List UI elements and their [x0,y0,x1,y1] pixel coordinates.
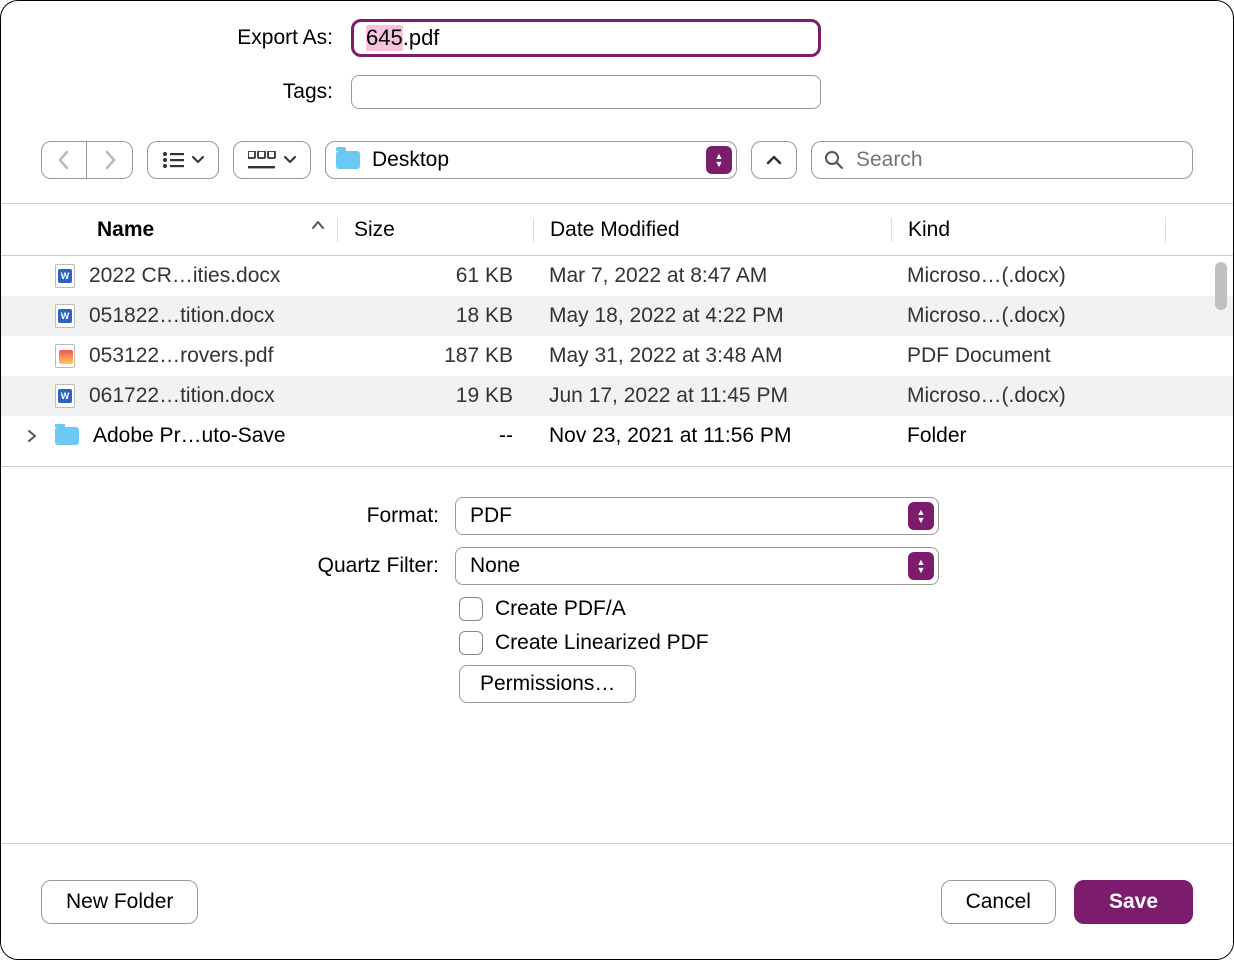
file-name-cell: 2022 CR…ities.docx [1,264,337,288]
folder-icon [55,427,79,445]
file-name-cell: Adobe Pr…uto-Save [1,424,337,448]
format-value: PDF [470,504,512,528]
back-button[interactable] [41,141,87,179]
folder-icon [336,151,360,169]
disclosure-triangle-icon[interactable] [27,430,41,442]
word-doc-icon [55,304,75,328]
file-name: 061722…tition.docx [89,384,275,408]
pdf-a-label: Create PDF/A [495,597,626,621]
file-size: 61 KB [337,264,533,288]
file-kind: Microso…(.docx) [891,384,1193,408]
column-date[interactable]: Date Modified [533,218,891,242]
bottom-bar: New Folder Cancel Save [1,843,1233,959]
list-view-button[interactable] [147,141,219,179]
column-header: Name Size Date Modified Kind [1,204,1233,256]
pdf-a-checkbox[interactable] [459,597,483,621]
permissions-row: Permissions… [41,665,1193,703]
file-size: -- [337,424,533,448]
tags-input[interactable] [351,75,821,109]
quartz-filter-value: None [470,554,520,578]
file-name: 2022 CR…ities.docx [89,264,280,288]
file-row[interactable]: 061722…tition.docx 19 KBJun 17, 2022 at 1… [1,376,1233,416]
file-list: 2022 CR…ities.docx 61 KBMar 7, 2022 at 8:… [1,256,1233,466]
file-size: 187 KB [337,344,533,368]
quartz-filter-row: Quartz Filter: None ▲▼ [41,547,1193,585]
tags-label: Tags: [41,80,351,104]
file-kind: Microso…(.docx) [891,264,1193,288]
file-name-cell: 053122…rovers.pdf [1,344,337,368]
column-kind[interactable]: Kind [891,218,1165,242]
file-size: 19 KB [337,384,533,408]
file-row[interactable]: Adobe Pr…uto-Save --Nov 23, 2021 at 11:56… [1,416,1233,456]
column-end-divider [1165,217,1193,243]
top-fields: Export As: 645.pdf Tags: [1,1,1233,109]
scrollbar-thumb[interactable] [1215,262,1227,310]
updown-icon: ▲▼ [706,146,732,174]
file-kind: Folder [891,424,1193,448]
file-date: May 31, 2022 at 3:48 AM [533,344,891,368]
updown-icon: ▲▼ [908,552,934,580]
grid-group-icon [248,151,276,169]
linearized-checkbox[interactable] [459,631,483,655]
file-name-cell: 051822…tition.docx [1,304,337,328]
format-row: Format: PDF ▲▼ [41,497,1193,535]
linearized-label: Create Linearized PDF [495,631,709,655]
chevron-right-icon [103,150,117,170]
nav-buttons [41,141,133,179]
format-section: Format: PDF ▲▼ Quartz Filter: None ▲▼ Cr… [1,466,1233,727]
group-view-button[interactable] [233,141,311,179]
new-folder-button[interactable]: New Folder [41,880,198,924]
browser-toolbar: Desktop ▲▼ [1,127,1233,197]
file-date: Nov 23, 2021 at 11:56 PM [533,424,891,448]
chevron-left-icon [57,150,71,170]
file-name: 051822…tition.docx [89,304,275,328]
export-as-label: Export As: [41,26,351,50]
quartz-filter-dropdown[interactable]: None ▲▼ [455,547,939,585]
export-dialog: Export As: 645.pdf Tags: [0,0,1234,960]
chevron-down-icon [192,156,204,164]
permissions-button[interactable]: Permissions… [459,665,636,703]
file-name: Adobe Pr…uto-Save [93,424,286,448]
file-row[interactable]: 051822…tition.docx 18 KBMay 18, 2022 at 4… [1,296,1233,336]
location-name: Desktop [372,148,449,172]
location-dropdown[interactable]: Desktop ▲▼ [325,141,737,179]
linearized-row: Create Linearized PDF [41,631,1193,655]
column-size[interactable]: Size [337,218,533,242]
format-label: Format: [41,504,455,528]
sort-ascending-icon [311,220,325,230]
list-view-icon [162,151,184,169]
forward-button[interactable] [87,141,133,179]
search-icon [824,150,844,170]
file-row[interactable]: 2022 CR…ities.docx 61 KBMar 7, 2022 at 8:… [1,256,1233,296]
file-row[interactable]: 053122…rovers.pdf 187 KBMay 31, 2022 at 3… [1,336,1233,376]
format-dropdown[interactable]: PDF ▲▼ [455,497,939,535]
pdf-a-row: Create PDF/A [41,597,1193,621]
collapse-button[interactable] [751,141,797,179]
export-as-row: Export As: 645.pdf [41,19,1193,57]
file-date: May 18, 2022 at 4:22 PM [533,304,891,328]
file-date: Jun 17, 2022 at 11:45 PM [533,384,891,408]
column-name[interactable]: Name [1,218,337,242]
tags-row: Tags: [41,75,1193,109]
search-input[interactable] [854,147,1180,173]
cancel-button[interactable]: Cancel [941,880,1056,924]
file-size: 18 KB [337,304,533,328]
chevron-up-icon [766,154,782,166]
pdf-doc-icon [55,344,75,368]
file-date: Mar 7, 2022 at 8:47 AM [533,264,891,288]
filename-selected: 645 [366,25,403,51]
filename-ext: .pdf [403,25,440,51]
word-doc-icon [55,264,75,288]
file-name-cell: 061722…tition.docx [1,384,337,408]
file-kind: PDF Document [891,344,1193,368]
updown-icon: ▲▼ [908,502,934,530]
search-box[interactable] [811,141,1193,179]
filename-input[interactable]: 645.pdf [351,19,821,57]
word-doc-icon [55,384,75,408]
file-kind: Microso…(.docx) [891,304,1193,328]
save-button[interactable]: Save [1074,880,1193,924]
chevron-down-icon [284,156,296,164]
quartz-filter-label: Quartz Filter: [41,554,455,578]
file-name: 053122…rovers.pdf [89,344,273,368]
